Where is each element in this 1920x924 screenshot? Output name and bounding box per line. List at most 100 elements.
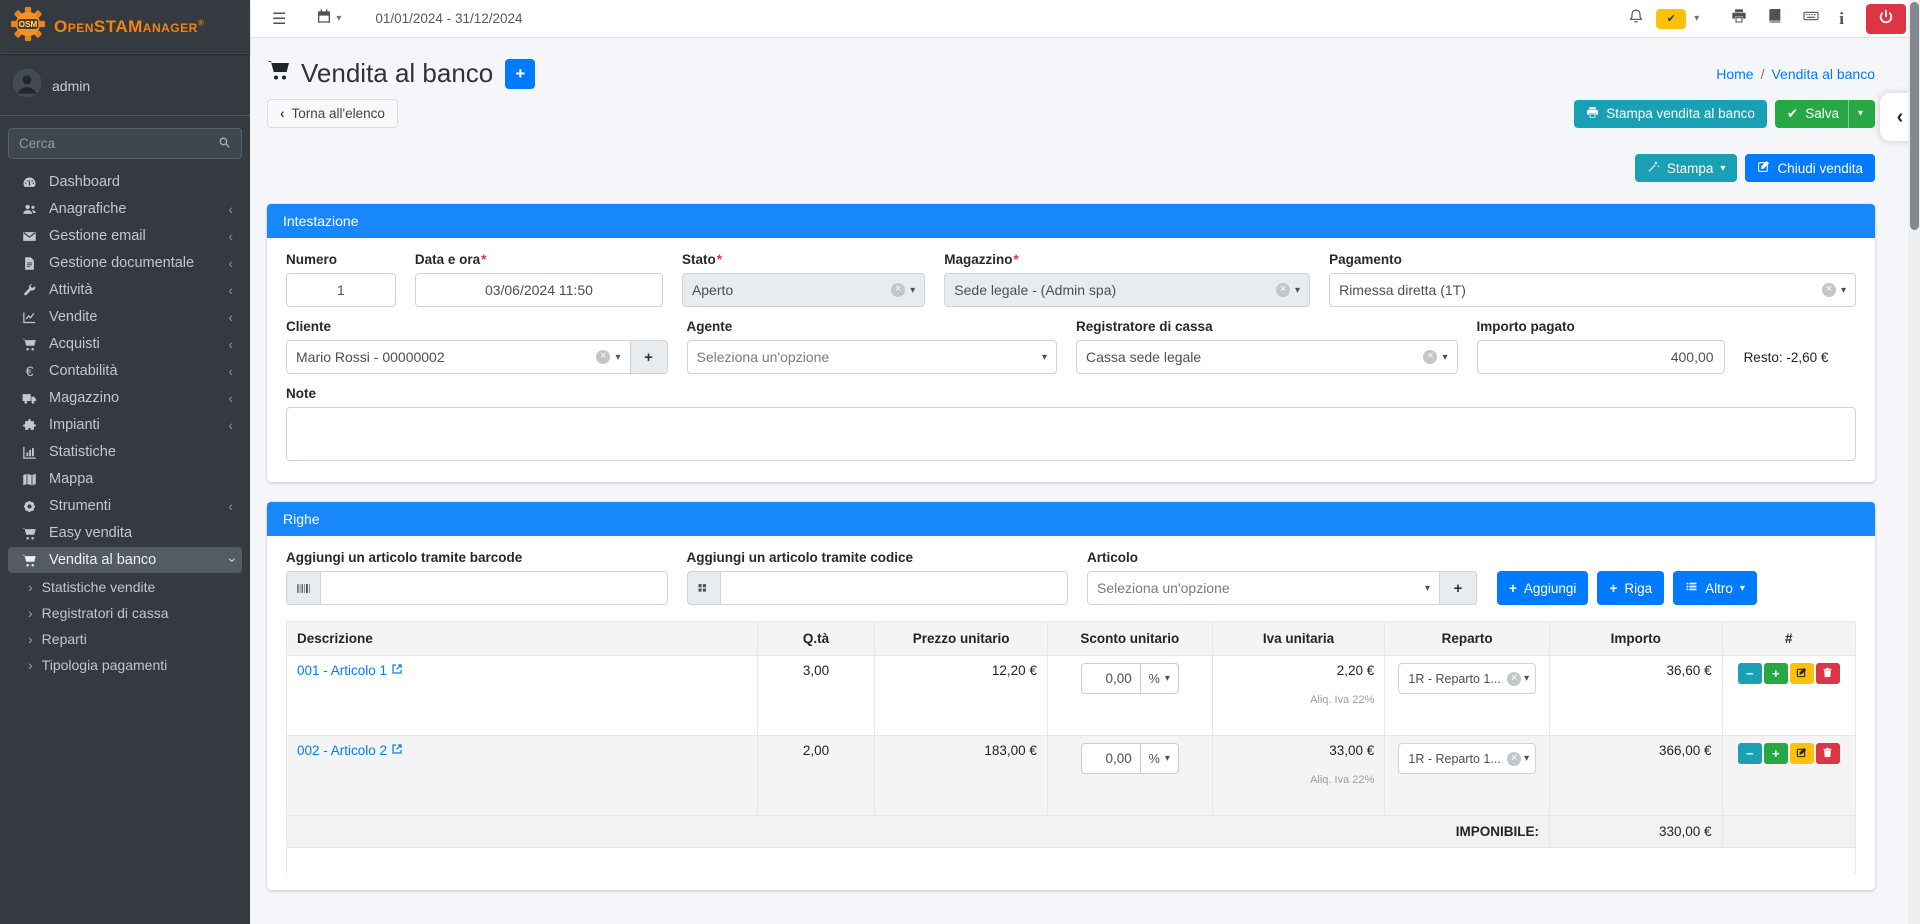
print-button[interactable] [1723,4,1755,33]
new-record-button[interactable]: + [505,59,535,89]
edit-icon [1757,160,1770,176]
delete-row-button[interactable] [1816,663,1840,684]
data-ora-input[interactable] [415,273,663,307]
magazzino-select[interactable]: Sede legale - (Admin spa) × ▾ [944,273,1310,307]
aggiungi-button[interactable]: + Aggiungi [1497,571,1588,605]
sconto-type-select[interactable]: %▾ [1141,743,1179,774]
pagamento-field-group: Pagamento Rimessa diretta (1T) × ▾ [1329,252,1856,307]
list-icon [1685,580,1698,596]
sidebar-subitem-statistiche-vendite[interactable]: › Statistiche vendite [0,574,250,600]
check-icon: ✔ [1667,12,1676,25]
clear-icon[interactable]: × [1507,672,1521,686]
clear-icon[interactable]: × [891,283,905,297]
info-button[interactable]: i [1831,5,1852,33]
sidebar-item-gestione-documentale[interactable]: Gestione documentale ‹ [8,250,242,276]
clear-icon[interactable]: × [596,350,610,364]
brand[interactable]: OSM OpenSTAManager® [0,0,250,54]
logout-button[interactable] [1866,4,1906,34]
sidebar-item-magazzino[interactable]: Magazzino ‹ [8,385,242,411]
back-to-list-button[interactable]: ‹ Torna all'elenco [267,99,398,128]
sidebar-item-attivita[interactable]: Attività ‹ [8,277,242,303]
cliente-select[interactable]: Mario Rossi - 00000002 × ▾ [286,340,631,374]
add-cliente-button[interactable]: + [631,340,668,374]
chevron-right-icon: › [28,657,33,673]
close-sale-button[interactable]: Chiudi vendita [1745,154,1875,182]
chevron-left-icon: ‹ [228,391,233,405]
sconto-type-select[interactable]: %▾ [1141,663,1179,694]
sidebar-subitem-reparti[interactable]: › Reparti [0,626,250,652]
numero-input[interactable] [286,273,396,307]
print-dropdown-button[interactable]: Stampa ▾ [1635,154,1738,182]
sidebar-item-acquisti[interactable]: Acquisti ‹ [8,331,242,357]
sidebar-subitem-tipologia-pagamenti[interactable]: › Tipologia pagamenti [0,652,250,678]
sidebar-subitem-registratori-di-cassa[interactable]: › Registratori di cassa [0,600,250,626]
save-button[interactable]: ✔ Salva ▾ [1775,100,1875,128]
caret-down-icon: ▾ [1042,352,1047,363]
sidebar-item-vendita-al-banco[interactable]: Vendita al banco ‹ [8,547,242,573]
sconto-input[interactable] [1081,663,1141,694]
scrollbar-thumb[interactable] [1910,2,1919,230]
search-button[interactable] [208,128,242,159]
stato-select[interactable]: Aperto × ▾ [682,273,925,307]
decrease-qty-button[interactable]: − [1738,743,1762,764]
status-check-badge[interactable]: ✔ [1656,9,1686,29]
docs-button[interactable] [1759,4,1791,33]
edit-row-button[interactable] [1790,663,1814,684]
decrease-qty-button[interactable]: − [1738,663,1762,684]
sidebar-item-vendite[interactable]: Vendite ‹ [8,304,242,330]
page-scrollbar[interactable] [1908,0,1920,924]
notifications-button[interactable] [1620,4,1652,33]
articolo-select[interactable]: Seleziona un'opzione ▾ [1087,571,1440,605]
calendar-button[interactable]: ▾ [308,4,353,33]
riga-button[interactable]: + Riga [1597,571,1664,605]
clear-icon[interactable]: × [1276,283,1290,297]
sidebar-item-mappa[interactable]: Mappa [8,466,242,492]
sidebar-item-gestione-email[interactable]: Gestione email ‹ [8,223,242,249]
importo-pagato-input[interactable] [1477,340,1725,374]
sidebar-item-impianti[interactable]: Impianti ‹ [8,412,242,438]
agente-select[interactable]: Seleziona un'opzione ▾ [687,340,1058,374]
sidebar-item-statistiche[interactable]: Statistiche [8,439,242,465]
pagamento-select[interactable]: Rimessa diretta (1T) × ▾ [1329,273,1856,307]
chevron-right-icon: › [28,579,33,595]
clear-icon[interactable]: × [1507,752,1521,766]
sidebar-item-easy-vendita[interactable]: Easy vendita [8,520,242,546]
imponibile-value: 330,00 € [1550,816,1723,848]
sidebar-item-anagrafiche[interactable]: Anagrafiche ‹ [8,196,242,222]
caret-down-icon[interactable]: ▾ [1858,108,1863,119]
plus-icon: + [644,349,653,366]
toolbar-row-2: Stampa ▾ Chiudi vendita [267,154,1875,182]
search-input[interactable] [8,128,208,159]
clear-icon[interactable]: × [1423,350,1437,364]
chevron-down-icon: ‹ [224,558,238,563]
clear-icon[interactable]: × [1822,283,1836,297]
keyboard-shortcuts-button[interactable] [1795,4,1827,33]
sidebar-item-dashboard[interactable]: Dashboard [8,169,242,195]
breadcrumb-home-link[interactable]: Home [1716,66,1753,82]
caret-down-icon[interactable]: ▾ [1694,13,1699,24]
user-panel[interactable]: admin [0,54,250,116]
increase-qty-button[interactable]: + [1764,663,1788,684]
minus-icon: − [1746,746,1754,761]
reparto-select[interactable]: 1R - Reparto 1... × ▾ [1398,743,1536,774]
breadcrumb-current-link[interactable]: Vendita al banco [1771,66,1875,82]
altro-button[interactable]: Altro ▾ [1673,571,1757,605]
edit-row-button[interactable] [1790,743,1814,764]
sidebar-item-contabilita[interactable]: € Contabilità ‹ [8,358,242,384]
date-range[interactable]: 01/01/2024 - 31/12/2024 [375,11,522,26]
sconto-input[interactable] [1081,743,1141,774]
importo-cell: 36,60 € [1550,656,1723,736]
hamburger-menu-button[interactable]: ☰ [264,5,294,33]
articolo-link[interactable]: 001 - Articolo 1 [297,663,403,678]
note-textarea[interactable] [286,407,1856,461]
print-sale-button[interactable]: Stampa vendita al banco [1574,100,1767,128]
reparto-select[interactable]: 1R - Reparto 1... × ▾ [1398,663,1536,694]
codice-input[interactable] [720,571,1068,605]
increase-qty-button[interactable]: + [1764,743,1788,764]
barcode-input[interactable] [320,571,668,605]
add-articolo-button[interactable]: + [1440,571,1477,605]
delete-row-button[interactable] [1816,743,1840,764]
sidebar-item-strumenti[interactable]: Strumenti ‹ [8,493,242,519]
registratore-select[interactable]: Cassa sede legale × ▾ [1076,340,1458,374]
articolo-link[interactable]: 002 - Articolo 2 [297,743,403,758]
